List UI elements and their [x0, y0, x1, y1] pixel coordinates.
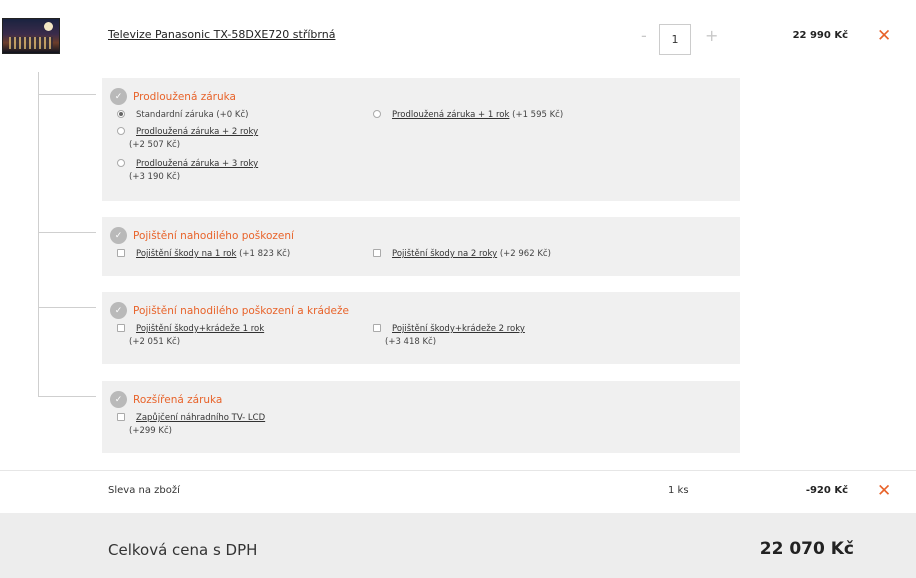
option-damage-1-year[interactable]: Pojištění škody na 1 rok (+1 823 Kč)	[117, 249, 290, 259]
option-label-link[interactable]: Prodloužená záruka + 3 roky	[136, 159, 258, 169]
total-bar: Celková cena s DPH 22 070 Kč	[0, 513, 916, 578]
tree-connector	[38, 94, 96, 95]
option-label-link[interactable]: Zapůjčení náhradního TV- LCD	[136, 413, 265, 423]
cart-item-row: Televize Panasonic TX-58DXE720 stříbrná …	[0, 0, 916, 70]
discount-price: -920 Kč	[805, 485, 848, 496]
service-title-text: Prodloužená záruka	[133, 90, 236, 103]
service-options: Zapůjčení náhradního TV- LCD (+299 Kč)	[110, 413, 732, 443]
radio-button[interactable]	[117, 127, 125, 135]
service-title: ✓ Pojištění nahodilého poškození a kráde…	[110, 302, 732, 319]
qty-decrease-button[interactable]: -	[641, 26, 647, 45]
product-name-link[interactable]: Televize Panasonic TX-58DXE720 stříbrná	[108, 28, 335, 41]
qty-input[interactable]	[659, 24, 691, 55]
checkbox[interactable]	[117, 249, 125, 257]
discount-label: Sleva na zboží	[108, 485, 180, 496]
discount-row: Sleva na zboží 1 ks -920 Kč ✕	[0, 470, 916, 512]
service-title-text: Rozšířená záruka	[133, 393, 223, 406]
item-price: 22 990 Kč	[792, 30, 848, 41]
option-standard-warranty[interactable]: Standardní záruka (+0 Kč)	[117, 110, 248, 120]
radio-button[interactable]	[117, 159, 125, 167]
thumbnail-moon	[44, 22, 53, 31]
service-title-text: Pojištění nahodilého poškození a krádeže	[133, 304, 349, 317]
total-value: 22 070 Kč	[759, 539, 854, 559]
option-warranty-3-years[interactable]: Prodloužená záruka + 3 roky	[117, 159, 258, 169]
option-price: (+1 823 Kč)	[239, 249, 291, 259]
service-accidental-damage: ✓ Pojištění nahodilého poškození Pojiště…	[102, 217, 740, 276]
option-damage-2-years[interactable]: Pojištění škody na 2 roky (+2 962 Kč)	[373, 249, 551, 259]
option-label-link[interactable]: Pojištění škody+krádeže 1 rok	[136, 324, 264, 334]
option-warranty-2-years[interactable]: Prodloužená záruka + 2 roky	[117, 127, 258, 137]
option-label-link[interactable]: Pojištění škody na 1 rok	[136, 249, 236, 259]
service-title-text: Pojištění nahodilého poškození	[133, 229, 294, 242]
checkbox[interactable]	[117, 413, 125, 421]
tree-connector	[38, 232, 96, 233]
product-thumbnail[interactable]	[2, 18, 60, 54]
service-title: ✓ Prodloužená záruka	[110, 88, 732, 105]
gear-badge-icon: ✓	[110, 302, 127, 319]
checkbox[interactable]	[373, 249, 381, 257]
option-price: (+0 Kč)	[216, 110, 249, 120]
total-label: Celková cena s DPH	[108, 541, 258, 559]
radio-button[interactable]	[373, 110, 381, 118]
checkbox[interactable]	[117, 324, 125, 332]
radio-button[interactable]	[117, 110, 125, 118]
tree-connector	[38, 307, 96, 308]
option-price: (+299 Kč)	[129, 426, 172, 436]
option-label: Standardní záruka	[136, 110, 214, 120]
service-options: Pojištění škody na 1 rok (+1 823 Kč) Poj…	[110, 249, 732, 265]
gear-badge-icon: ✓	[110, 88, 127, 105]
qty-increase-button[interactable]: +	[705, 26, 718, 45]
service-title: ✓ Rozšířená záruka	[110, 391, 732, 408]
option-price: (+2 051 Kč)	[129, 337, 181, 347]
gear-badge-icon: ✓	[110, 391, 127, 408]
option-label-link[interactable]: Pojištění škody na 2 roky	[392, 249, 497, 259]
service-options: Standardní záruka (+0 Kč) Prodloužená zá…	[110, 110, 732, 190]
option-damage-theft-1-year[interactable]: Pojištění škody+krádeže 1 rok	[117, 324, 264, 334]
service-title: ✓ Pojištění nahodilého poškození	[110, 227, 732, 244]
service-extended-warranty: ✓ Prodloužená záruka Standardní záruka (…	[102, 78, 740, 201]
option-price: (+2 962 Kč)	[499, 249, 551, 259]
option-replacement-tv[interactable]: Zapůjčení náhradního TV- LCD	[117, 413, 265, 423]
service-damage-theft: ✓ Pojištění nahodilého poškození a kráde…	[102, 292, 740, 364]
option-price: (+1 595 Kč)	[512, 110, 564, 120]
option-label-link[interactable]: Pojištění škody+krádeže 2 roky	[392, 324, 525, 334]
option-price: (+3 190 Kč)	[129, 172, 181, 182]
tree-connector	[38, 396, 96, 397]
option-price: (+2 507 Kč)	[129, 140, 181, 150]
remove-discount-icon[interactable]: ✕	[877, 483, 891, 500]
option-price: (+3 418 Kč)	[385, 337, 437, 347]
service-options: Pojištění škody+krádeže 1 rok (+2 051 Kč…	[110, 324, 732, 354]
service-extended-coverage: ✓ Rozšířená záruka Zapůjčení náhradního …	[102, 381, 740, 453]
option-warranty-1-year[interactable]: Prodloužená záruka + 1 rok (+1 595 Kč)	[373, 110, 563, 120]
gear-badge-icon: ✓	[110, 227, 127, 244]
option-label-link[interactable]: Prodloužená záruka + 1 rok	[392, 110, 509, 120]
remove-item-icon[interactable]: ✕	[877, 28, 891, 45]
tree-connector-vertical	[38, 72, 39, 397]
option-damage-theft-2-years[interactable]: Pojištění škody+krádeže 2 roky	[373, 324, 525, 334]
discount-qty: 1 ks	[668, 485, 689, 496]
checkbox[interactable]	[373, 324, 381, 332]
option-label-link[interactable]: Prodloužená záruka + 2 roky	[136, 127, 258, 137]
